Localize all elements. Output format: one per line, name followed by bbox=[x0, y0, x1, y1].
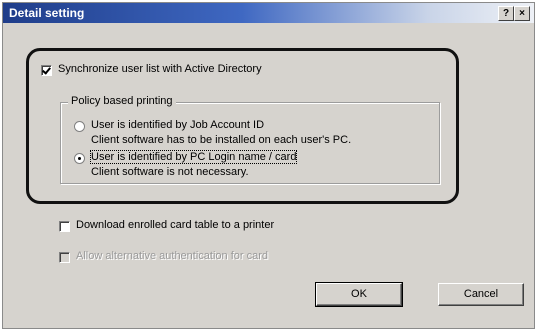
title-bar[interactable]: Detail setting ? × bbox=[3, 3, 534, 23]
cancel-button[interactable]: Cancel bbox=[438, 283, 524, 306]
alt-auth-label: Allow alternative authentication for car… bbox=[76, 250, 268, 262]
job-account-radio[interactable] bbox=[74, 121, 85, 132]
policy-group-title: Policy based printing bbox=[68, 95, 176, 107]
ok-button[interactable]: OK bbox=[315, 282, 403, 307]
download-table-label: Download enrolled card table to a printe… bbox=[76, 219, 275, 231]
pc-login-radio[interactable] bbox=[74, 153, 85, 164]
dialog-title: Detail setting bbox=[9, 6, 85, 20]
download-table-checkbox[interactable] bbox=[59, 221, 70, 232]
close-icon[interactable]: × bbox=[514, 6, 530, 21]
sync-ad-label: Synchronize user list with Active Direct… bbox=[58, 63, 262, 75]
job-account-note: Client software has to be installed on e… bbox=[91, 134, 352, 146]
pc-login-label: User is identified by PC Login name / ca… bbox=[89, 150, 298, 164]
job-account-label: User is identified by Job Account ID bbox=[91, 119, 265, 131]
pc-login-note: Client software is not necessary. bbox=[91, 166, 249, 178]
alt-auth-checkbox bbox=[59, 252, 70, 263]
sync-ad-checkbox[interactable] bbox=[41, 65, 52, 76]
help-icon[interactable]: ? bbox=[498, 6, 514, 21]
